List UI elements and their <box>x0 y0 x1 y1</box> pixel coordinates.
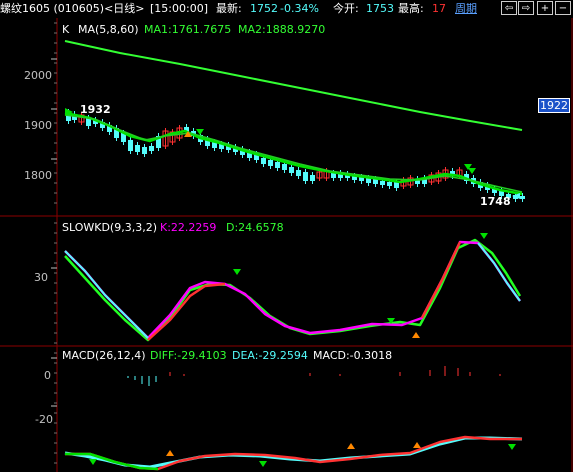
candle-down <box>275 162 280 168</box>
k-down-segment <box>64 250 149 339</box>
price-tag: 1922 <box>538 98 570 113</box>
kline-name: K <box>62 23 70 36</box>
period-link[interactable]: 周期 <box>455 2 477 16</box>
slowkd-indicator: SLOWKD(9,3,3,2) <box>62 221 158 234</box>
macd-tick-neg20: -20 <box>35 413 53 426</box>
candle-down <box>310 175 315 181</box>
high-price-label: 1932 <box>80 103 111 116</box>
kline-indicator: MA(5,8,60) <box>78 23 139 36</box>
zoom-out-button[interactable]: − <box>555 1 571 15</box>
change-percent: -0.34% <box>280 2 319 15</box>
ma1-value: MA1:1761.7675 <box>144 23 232 36</box>
kline-panel <box>51 22 525 464</box>
ma60-line <box>64 40 523 131</box>
candle-down <box>303 172 308 181</box>
buy-arrow-icon <box>166 450 174 456</box>
buy-arrow-icon <box>413 442 421 448</box>
open-label: 今开: <box>333 2 359 15</box>
candle-down <box>387 182 392 186</box>
macd-tick-0: 0 <box>44 369 51 382</box>
buy-arrow-icon <box>347 443 355 449</box>
k-up-segment <box>420 241 462 319</box>
dea-value: DEA:-29.2594 <box>232 349 308 362</box>
sell-arrow-icon <box>259 461 267 467</box>
diff-value: DIFF:-29.4103 <box>150 349 227 362</box>
sell-arrow-icon <box>233 269 241 275</box>
chart-canvas[interactable] <box>0 18 573 472</box>
sell-arrow-icon <box>89 459 97 465</box>
macd-indicator: MACD(26,12,4) <box>62 349 146 362</box>
high-label: 最高: <box>398 2 424 15</box>
ma8-line <box>64 114 523 193</box>
y-tick-1900: 1900 <box>24 119 52 132</box>
next-arrow-icon[interactable]: ⇨ <box>518 1 534 15</box>
buy-arrow-icon <box>412 332 420 338</box>
candle-down <box>135 145 140 152</box>
low-price-label: 1748 <box>480 195 511 208</box>
candle-down <box>128 140 133 151</box>
dea-line <box>64 436 523 469</box>
candle-down <box>520 196 525 199</box>
slowkd-panel <box>64 233 522 342</box>
candle-down <box>289 167 294 173</box>
instrument-title: 螺纹1605 (010605)<日线> <box>0 2 145 15</box>
y-tick-2000: 2000 <box>24 69 52 82</box>
open-price: 1753 <box>366 2 394 15</box>
macd-panel <box>64 366 523 471</box>
candle-down <box>282 164 287 170</box>
candle-down <box>380 181 385 185</box>
candle-down <box>296 170 301 176</box>
candle-down <box>268 160 273 166</box>
kd-tick-30: 30 <box>34 271 48 284</box>
sell-arrow-icon <box>468 168 476 174</box>
k-value: K:22.2259 <box>160 221 217 234</box>
latest-price: 1752 <box>250 2 278 15</box>
latest-label: 最新: <box>216 2 242 15</box>
quote-toolbar: 螺纹1605 (010605)<日线> [15:00:00] 最新: 1752 … <box>0 0 573 18</box>
time-display: [15:00:00] <box>150 2 208 15</box>
prev-arrow-icon[interactable]: ⇦ <box>501 1 517 15</box>
d-value: D:24.6578 <box>226 221 284 234</box>
candle-down <box>149 146 154 151</box>
k-down-segment <box>477 242 521 302</box>
macd-value: MACD:-0.3018 <box>313 349 393 362</box>
ma2-value: MA2:1888.9270 <box>238 23 326 36</box>
zoom-in-button[interactable]: + <box>537 1 553 15</box>
high-price: 17 <box>432 2 446 15</box>
candle-down <box>261 158 266 164</box>
sell-arrow-icon <box>196 129 204 135</box>
y-tick-1800: 1800 <box>24 169 52 182</box>
sell-arrow-icon <box>480 233 488 239</box>
ma5-line <box>64 111 523 196</box>
candle-down <box>142 147 147 154</box>
sell-arrow-icon <box>508 444 516 450</box>
